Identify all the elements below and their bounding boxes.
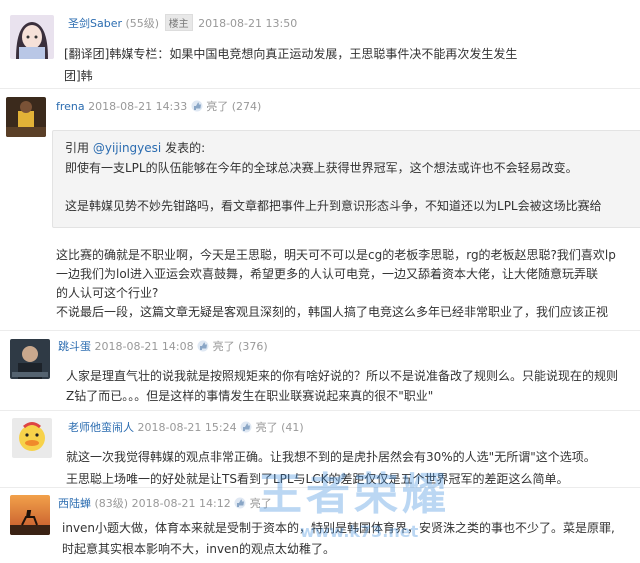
quote-block: 引用 @yijingyesi 发表的: 即使有一支LPL的队伍能够在今年的全球总… — [52, 130, 640, 228]
avatar[interactable] — [6, 97, 46, 137]
content-line: 人家是理直气壮的说我就是按照规矩来的你有啥好说的？所以不是说准备改了规则么。只能… — [66, 369, 619, 383]
quote-prefix: 引用 — [65, 141, 90, 155]
sunset-rider-avatar-icon — [10, 495, 50, 535]
divider — [0, 88, 640, 89]
divider — [0, 330, 640, 331]
post-time: 2018-08-21 14:08 — [94, 340, 194, 353]
divider — [0, 410, 640, 411]
post-meta: frena 2018-08-21 14:33 亮了 (274) — [56, 98, 261, 115]
op-badge: 楼主 — [164, 14, 193, 31]
username[interactable]: 跳斗蛋 — [58, 340, 91, 353]
post-time: 2018-08-21 14:12 — [131, 497, 231, 510]
user-level: (83级) — [94, 497, 129, 510]
post-meta: 老师他蛮闹人 2018-08-21 15:24 亮了 (41) — [68, 419, 304, 436]
like-label[interactable]: 亮了 — [213, 340, 235, 353]
post-meta: 西陆蝉 (83级) 2018-08-21 14:12 亮了 — [58, 495, 272, 512]
like-label[interactable]: 亮了 — [256, 421, 278, 434]
like-count: (41) — [281, 421, 304, 434]
thumbs-up-icon[interactable] — [191, 100, 203, 115]
username[interactable]: 圣剑Saber — [68, 17, 122, 30]
watermark-logo: 王者荣耀 — [258, 469, 450, 520]
quote-line: 即使有一支LPL的队伍能够在今年的全球总决赛上获得世界冠军，这个想法或许也不会轻… — [65, 161, 578, 175]
post-time: 2018-08-21 14:33 — [88, 100, 188, 113]
content-line: 这比赛的确就是不职业啊，今天是王思聪，明天可不可以是cg的老板李思聪，rg的老板… — [56, 248, 616, 262]
post-content: 这比赛的确就是不职业啊，今天是王思聪，明天可不可以是cg的老板李思聪，rg的老板… — [56, 246, 616, 322]
post-content: [翻译团]韩媒专栏：如果中国电竞想向真正运动发展，王思聪事件决不能再次发生发生 … — [64, 43, 517, 87]
like-count: (376) — [238, 340, 268, 353]
content-line: [翻译团]韩媒专栏：如果中国电竞想向真正运动发展，王思聪事件决不能再次发生发生 — [64, 47, 518, 61]
thumbs-up-icon[interactable] — [240, 421, 252, 436]
content-line: 时起意其实根本影响不大，inven的观点太幼稚了。 — [62, 542, 336, 556]
content-line: 不说最后一段，这篇文章无疑是客观且深刻的，韩国人搞了电竞这么多年已经非常职业了，… — [56, 305, 609, 319]
post-meta: 跳斗蛋 2018-08-21 14:08 亮了 (376) — [58, 338, 268, 355]
duck-avatar-icon — [12, 418, 52, 458]
avatar[interactable] — [10, 495, 50, 535]
user-avatar-icon — [10, 339, 50, 379]
thumbs-up-icon[interactable] — [197, 340, 209, 355]
post-time: 2018-08-21 15:24 — [137, 421, 237, 434]
post-meta: 圣剑Saber (55级) 楼主 2018-08-21 13:50 — [68, 14, 297, 31]
content-line: Z钻了而已。。。但是这样的事情发生在职业联赛说起来真的很不"职业" — [66, 389, 434, 403]
avatar[interactable] — [10, 15, 54, 59]
username[interactable]: frena — [56, 100, 85, 113]
content-line: 一边我们为lol进入亚运会欢喜鼓舞，希望更多的人认可电竞，一边又舔着资本大佬，让… — [56, 267, 599, 281]
quote-header: 引用 @yijingyesi 发表的: — [65, 139, 205, 156]
quote-suffix: 发表的: — [165, 141, 206, 155]
user-level: (55级) — [125, 17, 160, 30]
content-line: 的人认可这个行业? — [56, 286, 159, 300]
watermark-url: www.k73.net — [300, 522, 419, 541]
like-count: (274) — [231, 100, 262, 113]
thumbs-up-icon[interactable] — [234, 497, 246, 512]
post-time: 2018-08-21 13:50 — [198, 17, 298, 30]
username[interactable]: 老师他蛮闹人 — [68, 421, 134, 434]
like-label[interactable]: 亮了 — [206, 100, 228, 113]
username[interactable]: 西陆蝉 — [58, 497, 91, 510]
player-avatar-icon — [6, 97, 46, 137]
quoted-user[interactable]: @yijingyesi — [93, 141, 161, 155]
content-line: 团]韩 — [64, 69, 93, 83]
avatar[interactable] — [12, 418, 52, 458]
post-content: 人家是理直气壮的说我就是按照规矩来的你有啥好说的？所以不是说准备改了规则么。只能… — [66, 366, 618, 406]
anime-girl-avatar-icon — [10, 15, 54, 59]
avatar[interactable] — [10, 339, 50, 379]
quote-line: 这是韩媒见势不妙先钳路吗，看文章都把事件上升到意识形态斗争，不知道还以为LPL会… — [65, 199, 602, 213]
